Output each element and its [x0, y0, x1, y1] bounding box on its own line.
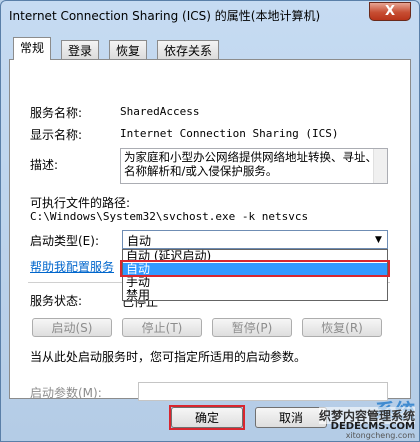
general-panel: 服务名称: SharedAccess 显示名称: Internet Connec… — [9, 59, 411, 401]
startup-type-label: 启动类型(E): — [30, 234, 99, 248]
start-service-button[interactable]: 启动(S) — [32, 318, 112, 337]
chevron-down-icon[interactable]: ▼ — [370, 231, 387, 248]
button-label: 启动(S) — [51, 321, 93, 335]
close-button[interactable]: X — [369, 2, 411, 21]
startup-type-select[interactable]: 自动 ▼ — [122, 230, 388, 249]
title-bar: Internet Connection Sharing (ICS) 的属性(本地… — [1, 1, 419, 29]
resume-service-button[interactable]: 恢复(R) — [302, 318, 382, 337]
service-status-label: 服务状态: — [30, 294, 83, 308]
startup-type-value: 自动 — [127, 234, 152, 248]
tab-general[interactable]: 常规 — [13, 37, 52, 60]
stop-service-button[interactable]: 停止(T) — [122, 318, 202, 337]
button-label: 取消 — [278, 411, 303, 425]
button-label: 恢复(R) — [321, 321, 363, 335]
highlight-box-selected-option — [120, 260, 390, 277]
display-name-label: 显示名称: — [30, 128, 83, 142]
window-title: Internet Connection Sharing (ICS) 的属性(本地… — [9, 9, 321, 23]
description-label: 描述: — [30, 158, 59, 172]
start-params-label: 启动参数(M): — [30, 386, 102, 400]
tab-recovery[interactable]: 恢复 — [109, 40, 148, 59]
dropdown-option[interactable]: 禁用 — [123, 289, 387, 302]
highlight-box-ok — [169, 405, 245, 430]
tab-logon[interactable]: 登录 — [61, 40, 100, 59]
dialog-client: 常规 登录 恢复 依存关系 服务名称: SharedAccess 显示名称: I… — [9, 31, 411, 435]
tab-dependencies[interactable]: 依存关系 — [157, 40, 220, 59]
tab-label: 依存关系 — [164, 44, 213, 58]
tab-label: 登录 — [68, 44, 93, 58]
button-label: 停止(T) — [141, 321, 183, 335]
start-params-hint: 当从此处启动服务时，您可指定所适用的启动参数。 — [30, 350, 307, 364]
description-scrollbar[interactable] — [373, 149, 387, 183]
display-name-value: Internet Connection Sharing (ICS) — [120, 127, 339, 140]
help-configure-link[interactable]: 帮助我配置服务 — [30, 258, 114, 275]
description-text: 为家庭和小型办公网络提供网络地址转换、寻址、名称解析和/或入侵保护服务。 — [124, 150, 377, 178]
exec-path-label: 可执行文件的路径: — [30, 196, 131, 210]
exec-path-value: C:\Windows\System32\svchost.exe -k netsv… — [30, 210, 309, 223]
tab-label: 恢复 — [116, 44, 141, 58]
pause-service-button[interactable]: 暂停(P) — [212, 318, 292, 337]
button-label: 暂停(P) — [231, 321, 273, 335]
properties-window: Internet Connection Sharing (ICS) 的属性(本地… — [0, 0, 420, 442]
watermark-line3: xitongcheng.com — [345, 431, 415, 440]
close-icon: X — [384, 4, 396, 19]
service-name-label: 服务名称: — [30, 106, 83, 120]
dropdown-option[interactable]: 手动 — [123, 276, 387, 289]
service-name-value: SharedAccess — [120, 105, 200, 118]
description-box[interactable]: 为家庭和小型办公网络提供网络地址转换、寻址、名称解析和/或入侵保护服务。 — [120, 148, 388, 184]
watermark: 系统 织梦内容管理系统 DEDECMS.COM xitongcheng.com — [303, 395, 415, 440]
tab-label: 常规 — [20, 41, 45, 55]
